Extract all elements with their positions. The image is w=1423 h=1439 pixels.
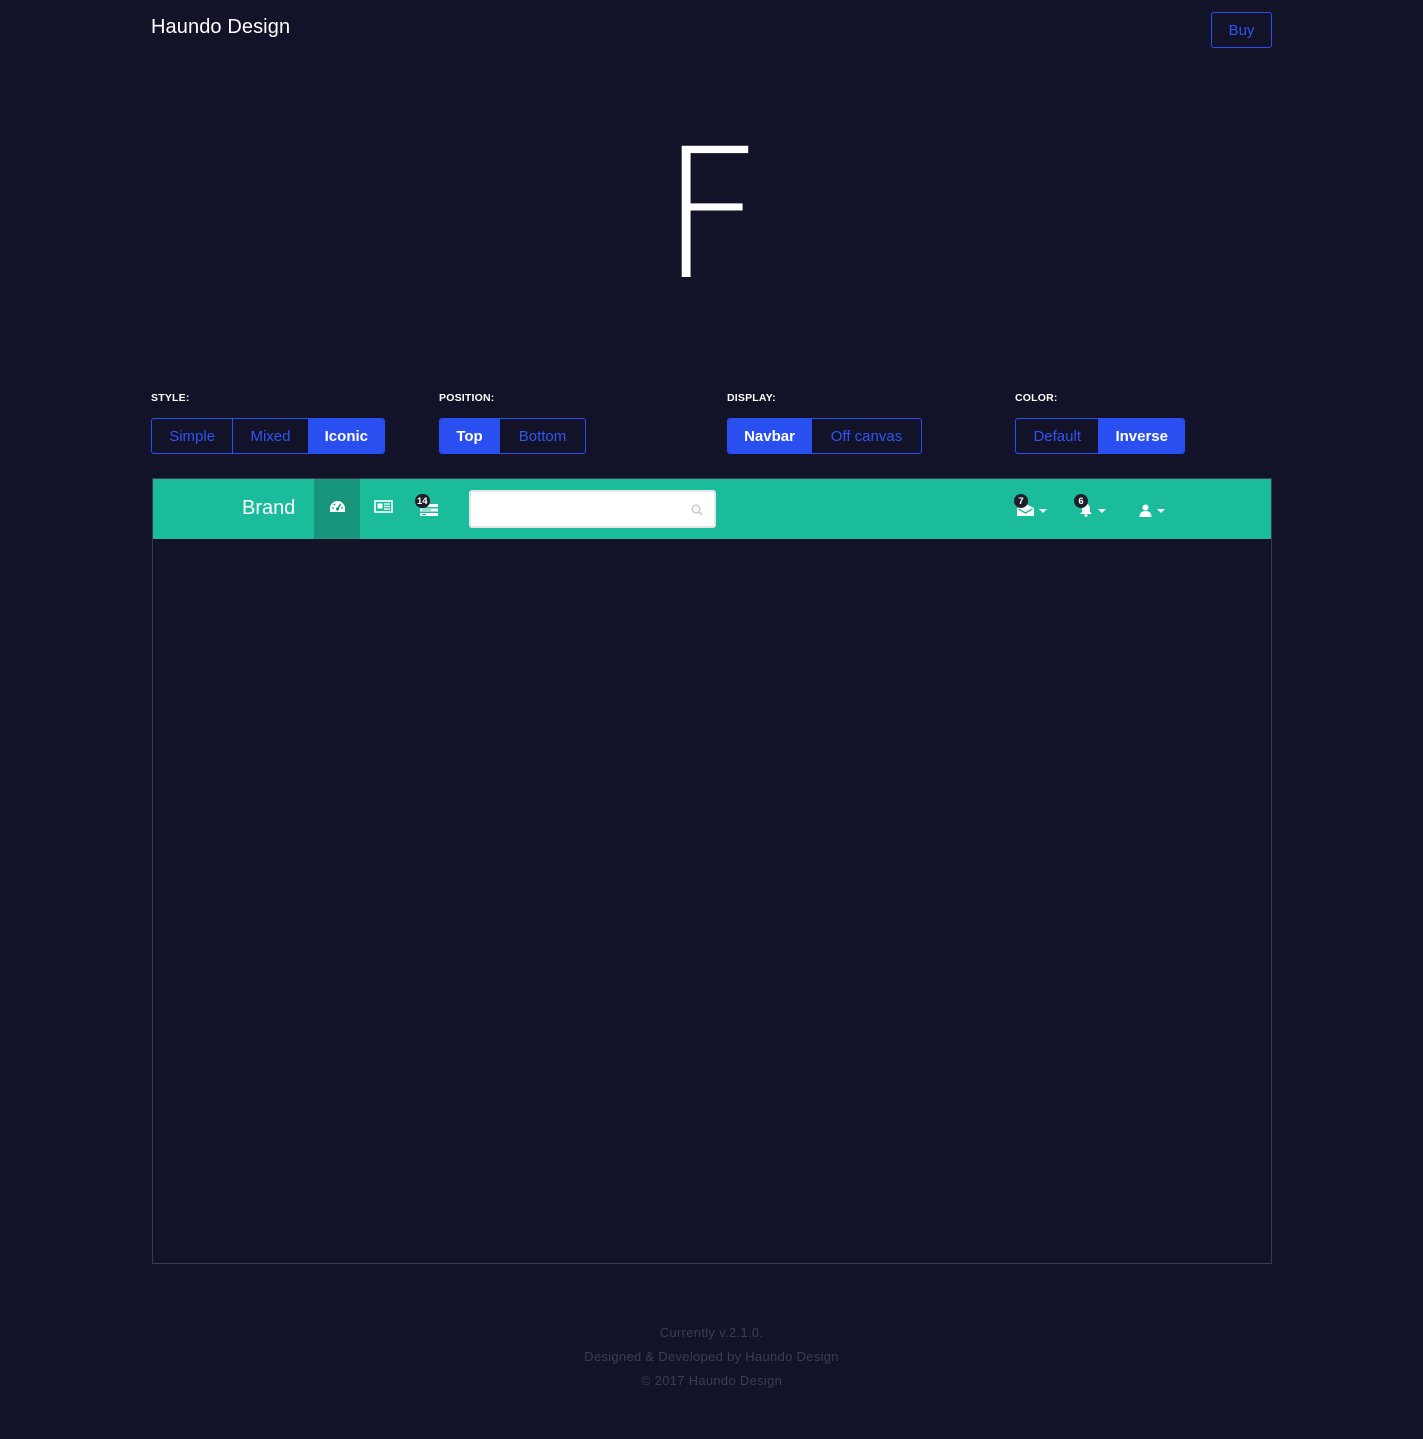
- navbar-preview-frame: Brand 14 7 6: [152, 478, 1272, 1264]
- color-inverse-button[interactable]: Inverse: [1099, 419, 1184, 453]
- nav-item-newspaper[interactable]: [360, 479, 406, 539]
- style-iconic-button[interactable]: Iconic: [308, 419, 384, 453]
- search-icon[interactable]: [691, 503, 703, 521]
- search-input[interactable]: [471, 492, 714, 526]
- chevron-down-icon: [1097, 509, 1106, 513]
- notifications-badge: 6: [1074, 494, 1088, 508]
- color-button-group: Default Inverse: [1015, 418, 1185, 454]
- preview-navbar: Brand 14 7 6: [153, 479, 1271, 539]
- footer-credit: Designed & Developed by Haundo Design: [584, 1349, 839, 1364]
- navbar-brand[interactable]: Brand: [242, 497, 295, 520]
- nav-item-messages[interactable]: 7: [1009, 479, 1055, 539]
- style-button-group: Simple Mixed Iconic: [151, 418, 385, 454]
- position-bottom-button[interactable]: Bottom: [500, 419, 585, 453]
- tasks-badge: 14: [415, 494, 430, 508]
- site-title[interactable]: Haundo Design: [151, 16, 290, 39]
- footer-copyright: © 2017 Haundo Design: [640, 1373, 783, 1388]
- chevron-down-icon: [1039, 509, 1047, 513]
- buy-button[interactable]: Buy: [1211, 12, 1272, 48]
- position-label: POSITION:: [439, 392, 495, 404]
- display-button-group: Navbar Off canvas: [727, 418, 922, 454]
- position-option-group: POSITION: Top Bottom: [439, 392, 586, 454]
- user-icon: [1139, 504, 1165, 517]
- footer: Currently v.2.1.0. Designed & Developed …: [0, 1321, 1423, 1393]
- position-top-button[interactable]: Top: [440, 419, 500, 453]
- page: Haundo Design Buy F STYLE: Simple Mixed …: [0, 0, 1423, 1439]
- nav-item-tasks[interactable]: 14: [406, 479, 452, 539]
- navbar-search: [469, 490, 716, 528]
- nav-item-dashboard[interactable]: [314, 479, 360, 539]
- messages-badge: 7: [1014, 494, 1028, 508]
- style-option-group: STYLE: Simple Mixed Iconic: [151, 392, 385, 454]
- footer-version: Currently v.2.1.0.: [659, 1325, 764, 1340]
- style-simple-button[interactable]: Simple: [152, 419, 234, 453]
- display-off-canvas-button[interactable]: Off canvas: [812, 419, 921, 453]
- style-mixed-button[interactable]: Mixed: [233, 419, 309, 453]
- chevron-down-icon: [1157, 509, 1165, 513]
- display-navbar-button[interactable]: Navbar: [728, 419, 812, 453]
- display-label: DISPLAY:: [727, 392, 776, 404]
- hero-logo: F: [659, 111, 764, 320]
- nav-item-user[interactable]: [1129, 479, 1175, 539]
- display-option-group: DISPLAY: Navbar Off canvas: [727, 392, 922, 454]
- color-option-group: COLOR: Default Inverse: [1015, 392, 1185, 454]
- style-label: STYLE:: [151, 392, 190, 404]
- color-label: COLOR:: [1015, 392, 1058, 404]
- position-button-group: Top Bottom: [439, 418, 586, 454]
- newspaper-icon: [373, 500, 393, 518]
- nav-item-notifications[interactable]: 6: [1069, 479, 1115, 539]
- dashboard-icon: [329, 500, 346, 519]
- color-default-button[interactable]: Default: [1016, 419, 1100, 453]
